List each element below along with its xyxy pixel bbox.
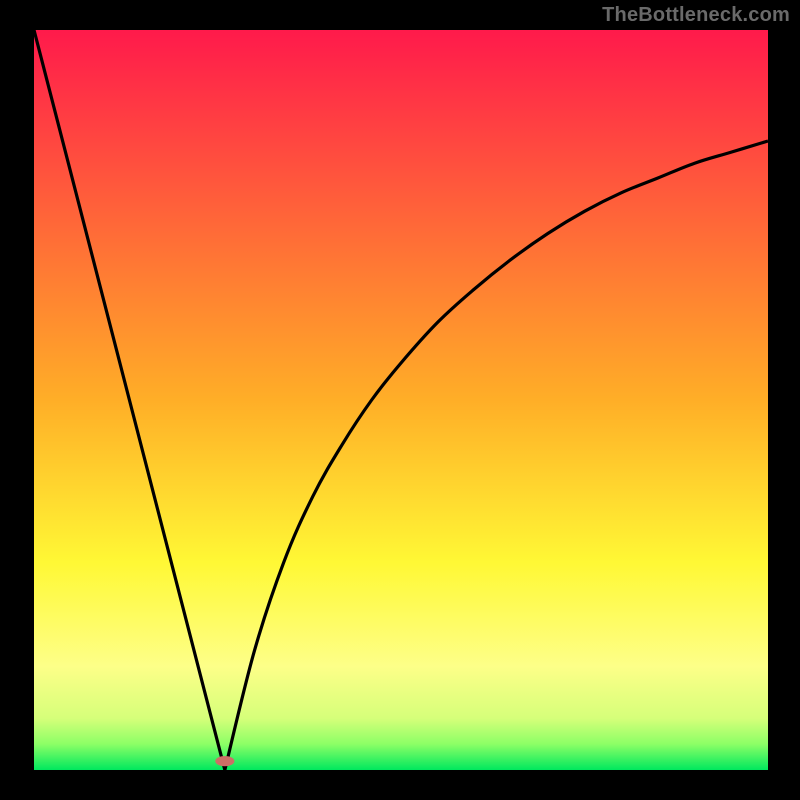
optimal-marker xyxy=(215,756,234,766)
chart-canvas xyxy=(0,0,800,800)
chart-frame: TheBottleneck.com xyxy=(0,0,800,800)
plot-background xyxy=(34,30,768,770)
